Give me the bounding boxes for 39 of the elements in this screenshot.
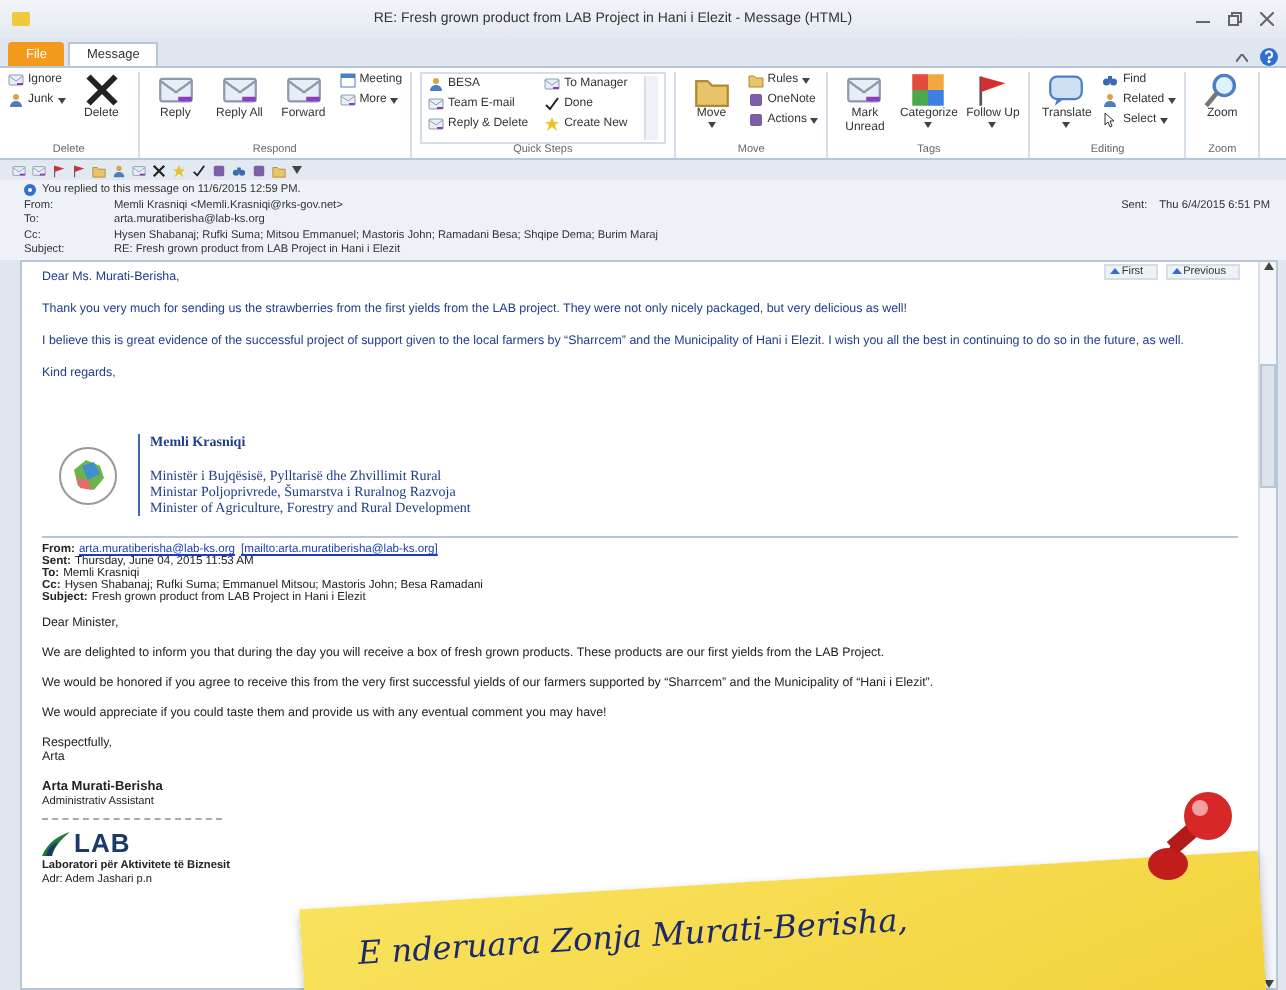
minimize-icon[interactable] — [1196, 15, 1210, 23]
arrow-up-icon — [1171, 267, 1182, 277]
square-icon — [747, 112, 764, 128]
flag-icon — [974, 72, 1011, 108]
cursor-icon — [1102, 112, 1119, 128]
help-icon[interactable] — [1260, 48, 1278, 66]
square-icon — [252, 163, 266, 177]
grid-icon — [910, 72, 947, 108]
arrow-up-icon — [1109, 267, 1120, 277]
person-icon — [428, 76, 445, 92]
cross-icon — [83, 72, 120, 108]
gallery-scrollbar[interactable] — [643, 76, 658, 140]
cross-icon — [152, 163, 166, 177]
restore-icon[interactable] — [1228, 12, 1242, 26]
bubble-icon — [1048, 72, 1085, 108]
person-icon — [112, 163, 126, 177]
star-icon — [544, 116, 561, 132]
info-icon — [24, 184, 36, 196]
check-icon — [192, 163, 206, 177]
calendar-icon — [339, 72, 356, 88]
square-icon — [747, 92, 764, 108]
scrollbar-thumb[interactable] — [1260, 363, 1276, 487]
star-icon — [172, 163, 186, 177]
folder-icon — [747, 72, 764, 88]
handwritten-note: E nderuara Zonja Murati-Berisha, — [357, 900, 909, 972]
binoculars-icon — [232, 163, 246, 177]
caret-icon[interactable] — [1236, 53, 1248, 61]
logo-icon — [58, 445, 118, 505]
logo-text: LAB — [74, 828, 131, 858]
close-icon[interactable] — [1260, 12, 1274, 26]
person-icon — [1102, 92, 1119, 108]
caret-icon[interactable] — [292, 166, 302, 174]
square-icon — [212, 163, 226, 177]
binoculars-icon — [1102, 72, 1119, 88]
magnifier-icon — [1204, 72, 1241, 108]
person-icon — [8, 92, 24, 108]
scroll-down-icon[interactable] — [1263, 980, 1273, 988]
check-icon — [544, 96, 561, 112]
leaf-icon — [42, 831, 70, 855]
